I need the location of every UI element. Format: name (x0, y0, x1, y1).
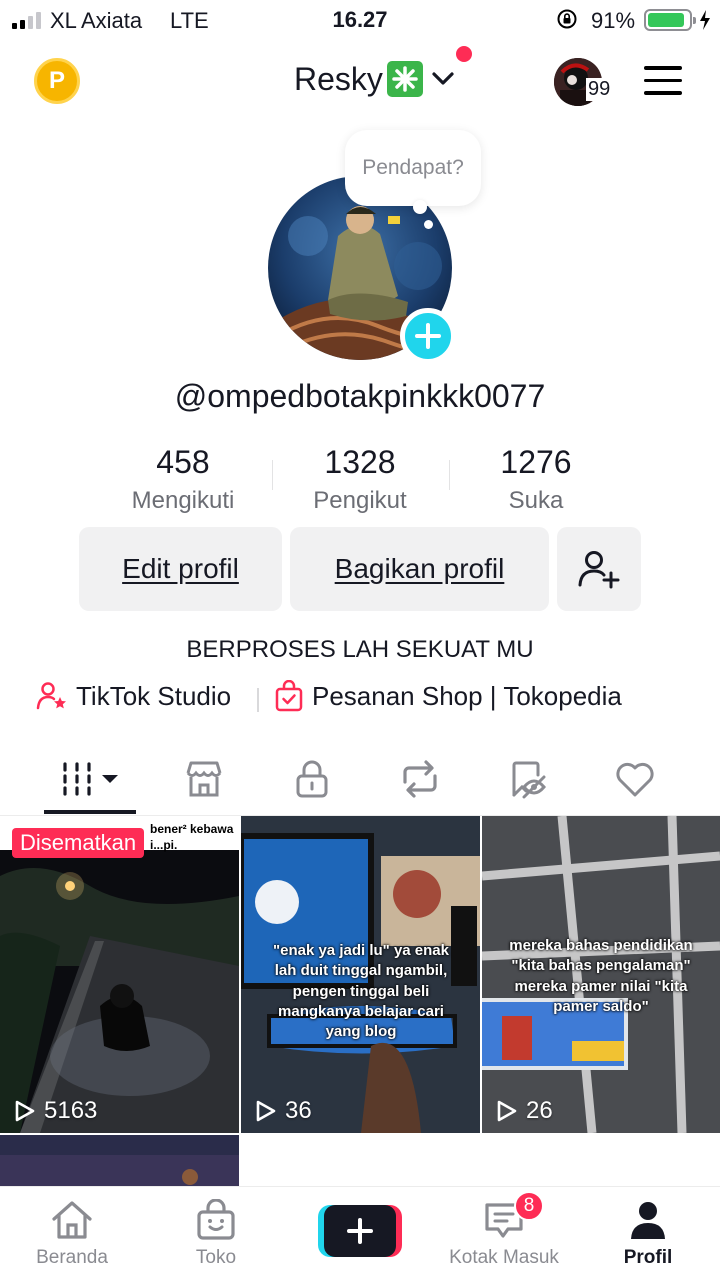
video-tile[interactable]: "enak ya jadi lu" ya enak lah duit tingg… (241, 816, 480, 1133)
home-icon (52, 1201, 92, 1239)
videos-grid-icon (63, 762, 118, 796)
bottom-navigation: Beranda Toko Kotak Masuk 8 Profil (0, 1186, 720, 1280)
video-tile[interactable]: bener² kebawa i...pi. Disematkan 5163 (0, 816, 239, 1133)
shop-orders-link[interactable]: Pesanan Shop | Tokopedia (274, 680, 622, 712)
nav-label: Kotak Masuk (449, 1247, 559, 1268)
stat-label: Mengikuti (131, 487, 235, 514)
tab-shop[interactable] (154, 744, 254, 814)
link-label: TikTok Studio (76, 680, 232, 711)
chevron-down-icon (432, 72, 454, 85)
stat-following[interactable]: 458 Mengikuti (93, 444, 273, 515)
add-user-icon (578, 551, 620, 589)
content-tabs (0, 744, 720, 816)
share-profile-button[interactable]: Bagikan profil (290, 527, 549, 611)
story-count: 99 (586, 78, 613, 101)
profile-stats: 458 Mengikuti 1328 Pengikut 1276 Suka (0, 444, 720, 518)
inbox-badge: 8 (514, 1191, 544, 1221)
favorites-icon (512, 761, 546, 799)
nav-inbox[interactable]: Kotak Masuk (444, 1199, 564, 1269)
charging-icon (700, 10, 710, 30)
nav-home[interactable]: Beranda (12, 1199, 132, 1269)
plus-icon (347, 1218, 373, 1244)
coin-icon[interactable]: P (34, 58, 80, 104)
play-icon (256, 1100, 276, 1122)
profile-links: TikTok Studio Pesanan Shop | Tokopedia (0, 680, 720, 720)
stat-value: 1328 (324, 444, 396, 480)
tiktok-studio-link[interactable]: TikTok Studio (36, 680, 231, 712)
bubble-tail (413, 200, 427, 214)
tab-favorites[interactable] (478, 744, 578, 814)
repost-icon (403, 760, 437, 798)
bubble-tail-small (424, 220, 433, 229)
video-tile[interactable]: mereka bahas pendidikan "kita bahas peng… (482, 816, 720, 1133)
tab-liked[interactable] (585, 744, 685, 814)
link-label: Pesanan Shop | Tokopedia (312, 680, 622, 711)
share-profile-label: Bagikan profil (334, 553, 505, 584)
notification-dot (456, 46, 472, 62)
username-title: Resky (294, 60, 383, 97)
nav-label: Beranda (36, 1247, 108, 1268)
plus-icon (415, 323, 441, 349)
shop-bag-icon (197, 1199, 235, 1240)
battery-icon (644, 9, 696, 31)
stat-likes[interactable]: 1276 Suka (446, 444, 626, 515)
shop-icon (186, 761, 222, 797)
battery-percent: 91% (591, 8, 636, 33)
create-button[interactable] (318, 1205, 402, 1257)
stat-value: 458 (156, 444, 210, 480)
profile-header: P Resky 99 (0, 46, 720, 114)
video-caption: bener² kebawa i...pi. (150, 822, 234, 852)
view-count-value: 36 (285, 1097, 312, 1124)
link-divider (257, 688, 259, 712)
profile-icon (631, 1202, 665, 1239)
nav-shop[interactable]: Toko (156, 1199, 276, 1269)
nav-label: Toko (195, 1247, 237, 1268)
account-switcher[interactable]: Resky (294, 59, 455, 99)
nav-label: Profil (623, 1247, 673, 1268)
status-bar: XL Axiata LTE 16.27 91% (0, 0, 720, 40)
active-tab-indicator (44, 810, 136, 814)
add-friend-button[interactable] (557, 527, 641, 611)
view-count-value: 5163 (44, 1097, 98, 1124)
tab-private[interactable] (262, 744, 362, 814)
play-icon (15, 1100, 35, 1122)
view-count-value: 26 (526, 1097, 553, 1124)
stat-label: Suka (508, 487, 564, 514)
stat-value: 1276 (500, 444, 572, 480)
edit-profile-button[interactable]: Edit profil (79, 527, 282, 611)
user-star-icon (36, 682, 66, 710)
nav-profile[interactable]: Profil (588, 1199, 708, 1269)
view-count: 36 (253, 1097, 312, 1125)
lock-icon (296, 760, 328, 798)
edit-profile-label: Edit profil (122, 553, 239, 584)
tab-reposts[interactable] (370, 744, 470, 814)
orientation-lock-icon (557, 9, 577, 29)
view-count: 26 (494, 1097, 553, 1125)
video-caption: "enak ya jadi lu" ya enak lah duit tingg… (273, 942, 449, 1040)
tab-videos[interactable] (40, 744, 140, 814)
view-count: 5163 (12, 1097, 97, 1125)
shopping-bag-icon (275, 680, 303, 712)
stat-followers[interactable]: 1328 Pengikut (270, 444, 450, 515)
profile-handle: @ompedbotakpinkkk0077 (174, 378, 546, 414)
stat-label: Pengikut (313, 487, 407, 514)
pinned-badge: Disematkan (12, 828, 145, 858)
play-icon (497, 1100, 517, 1122)
opinion-bubble[interactable]: Pendapat? (345, 130, 481, 206)
heart-icon (616, 762, 654, 797)
add-story-button[interactable] (400, 308, 456, 364)
video-caption: mereka bahas pendidikan "kita bahas peng… (509, 937, 693, 1015)
profile-bio: BERPROSES LAH SEKUAT MU (186, 636, 534, 663)
menu-icon[interactable] (644, 66, 682, 96)
sparkle-emoji-icon (386, 61, 423, 97)
